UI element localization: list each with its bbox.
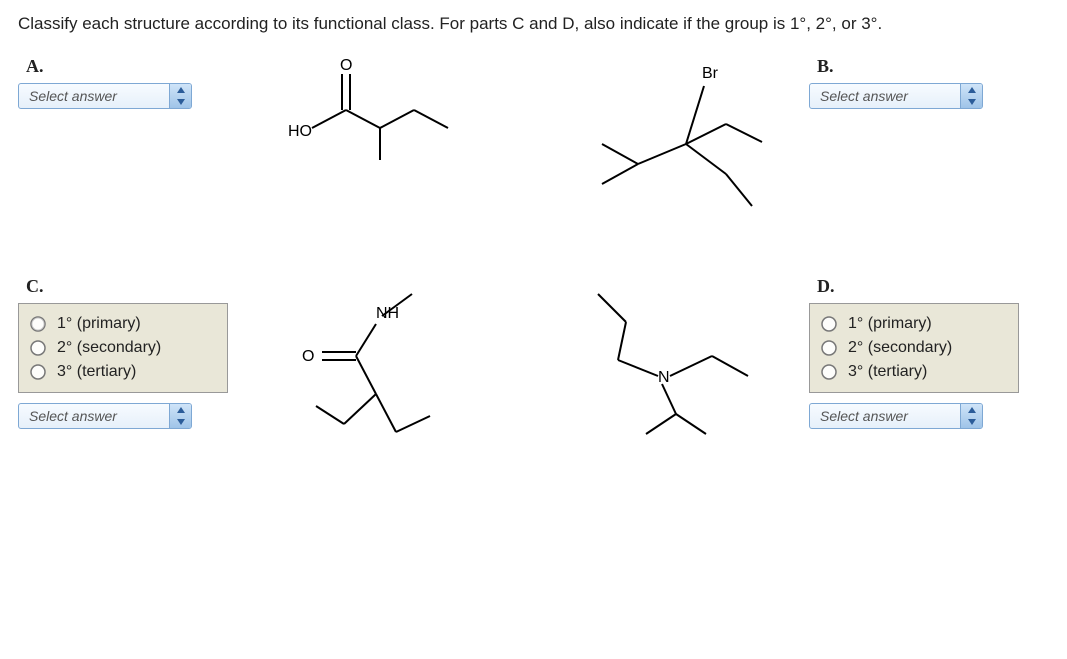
radio-D-3[interactable]: 3° (tertiary) — [818, 360, 1010, 384]
chevron-up-icon[interactable] — [961, 84, 982, 96]
chevron-up-icon[interactable] — [170, 84, 191, 96]
structures-row-2: NH O — [258, 276, 809, 476]
part-C: C. 1° (primary) 2° (secondary) 3° (terti… — [18, 276, 258, 476]
chevron-down-icon[interactable] — [961, 96, 982, 108]
radio-icon — [820, 339, 838, 357]
radio-group-C: 1° (primary) 2° (secondary) 3° (tertiary… — [18, 303, 228, 393]
select-D-stepper[interactable] — [960, 404, 982, 428]
row-1: A. Select answer — [18, 56, 1049, 236]
radio-D-2-label: 2° (secondary) — [848, 339, 952, 357]
part-A-label: A. — [26, 56, 258, 77]
radio-icon — [29, 363, 47, 381]
label-O: O — [340, 57, 352, 74]
radio-C-3-label: 3° (tertiary) — [57, 363, 136, 381]
radio-icon — [29, 339, 47, 357]
part-B: B. Select answer — [809, 56, 1049, 236]
chevron-down-icon[interactable] — [170, 416, 191, 428]
radio-C-2-label: 2° (secondary) — [57, 339, 161, 357]
question-text: Classify each structure according to its… — [18, 12, 1049, 36]
row-2: C. 1° (primary) 2° (secondary) 3° (terti… — [18, 276, 1049, 476]
part-B-label: B. — [817, 56, 1049, 77]
radio-icon — [820, 363, 838, 381]
chevron-up-icon[interactable] — [961, 404, 982, 416]
select-A[interactable]: Select answer — [18, 83, 192, 109]
part-A: A. Select answer — [18, 56, 258, 236]
part-D-label: D. — [817, 276, 1049, 297]
select-B[interactable]: Select answer — [809, 83, 983, 109]
radio-C-1[interactable]: 1° (primary) — [27, 312, 219, 336]
label-NH: NH — [376, 305, 399, 322]
chevron-up-icon[interactable] — [170, 404, 191, 416]
select-C-stepper[interactable] — [169, 404, 191, 428]
structure-C: NH O — [284, 276, 464, 476]
radio-group-D: 1° (primary) 2° (secondary) 3° (tertiary… — [809, 303, 1019, 393]
select-A-text: Select answer — [19, 88, 169, 104]
radio-D-3-label: 3° (tertiary) — [848, 363, 927, 381]
structure-A: HO O — [284, 56, 464, 166]
radio-D-1[interactable]: 1° (primary) — [818, 312, 1010, 336]
chevron-down-icon[interactable] — [170, 96, 191, 108]
label-HO: HO — [288, 123, 312, 140]
select-A-stepper[interactable] — [169, 84, 191, 108]
label-C-O: O — [302, 348, 314, 365]
part-C-label: C. — [26, 276, 258, 297]
radio-D-2[interactable]: 2° (secondary) — [818, 336, 1010, 360]
select-D[interactable]: Select answer — [809, 403, 983, 429]
select-D-text: Select answer — [810, 408, 960, 424]
select-C-text: Select answer — [19, 408, 169, 424]
select-B-stepper[interactable] — [960, 84, 982, 108]
chevron-down-icon[interactable] — [961, 416, 982, 428]
radio-C-1-label: 1° (primary) — [57, 315, 141, 333]
structures-row-1: HO O — [258, 56, 809, 236]
radio-C-3[interactable]: 3° (tertiary) — [27, 360, 219, 384]
radio-D-1-label: 1° (primary) — [848, 315, 932, 333]
label-Br: Br — [702, 65, 719, 82]
structure-B: Br — [584, 56, 784, 236]
radio-C-2[interactable]: 2° (secondary) — [27, 336, 219, 360]
select-B-text: Select answer — [810, 88, 960, 104]
structure-D: N — [584, 276, 784, 446]
part-D: D. 1° (primary) 2° (secondary) 3° (terti… — [809, 276, 1049, 476]
label-N: N — [658, 369, 670, 386]
select-C[interactable]: Select answer — [18, 403, 192, 429]
radio-icon — [29, 315, 47, 333]
radio-icon — [820, 315, 838, 333]
